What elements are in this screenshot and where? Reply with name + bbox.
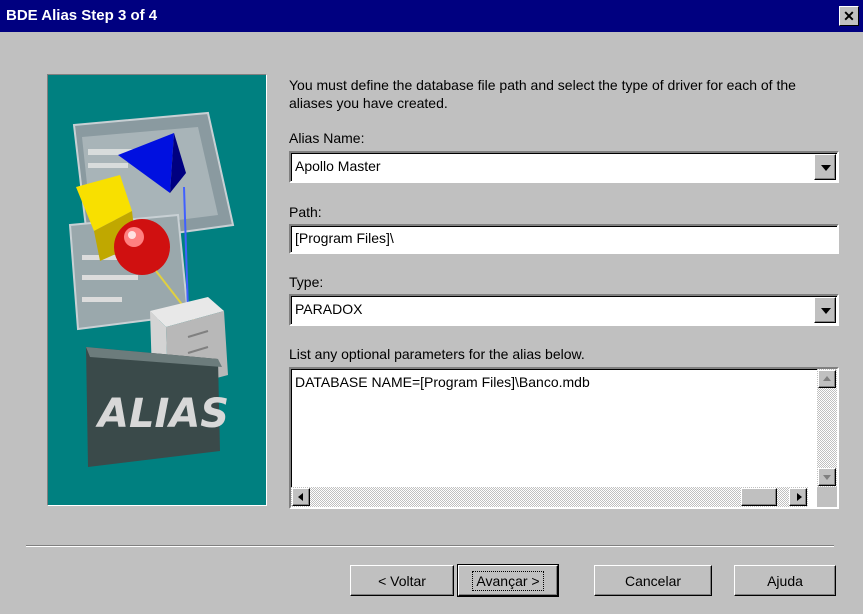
close-icon: ✕ bbox=[843, 8, 855, 24]
chevron-down-icon bbox=[821, 165, 831, 171]
alias-name-value: Apollo Master bbox=[295, 158, 381, 174]
vertical-scrollbar[interactable] bbox=[817, 369, 837, 487]
arrow-right-icon bbox=[797, 493, 802, 501]
back-button[interactable]: < Voltar bbox=[350, 565, 454, 596]
instructions-text: You must define the database file path a… bbox=[289, 77, 796, 111]
help-button[interactable]: Ajuda bbox=[734, 565, 836, 596]
path-label: Path: bbox=[289, 204, 322, 220]
arrow-left-icon bbox=[298, 493, 303, 501]
arrow-up-icon bbox=[823, 376, 831, 381]
path-input[interactable]: [Program Files]\ bbox=[289, 224, 839, 254]
type-label: Type: bbox=[289, 274, 324, 290]
horizontal-scrollbar[interactable] bbox=[291, 487, 808, 507]
alias-name-dropdown-button[interactable] bbox=[814, 154, 836, 180]
button-separator bbox=[26, 545, 834, 547]
scrollbar-corner bbox=[817, 487, 837, 507]
parameters-label: List any optional parameters for the ali… bbox=[289, 346, 585, 362]
scroll-up-button[interactable] bbox=[818, 370, 836, 388]
scroll-down-button[interactable] bbox=[818, 468, 836, 486]
close-button[interactable]: ✕ bbox=[839, 6, 859, 26]
parameters-value: DATABASE NAME=[Program Files]\Banco.mdb bbox=[295, 374, 590, 390]
scroll-left-button[interactable] bbox=[292, 488, 310, 506]
window-title: BDE Alias Step 3 of 4 bbox=[6, 7, 158, 24]
next-button-label: Avançar > bbox=[472, 570, 544, 591]
type-dropdown-button[interactable] bbox=[814, 297, 836, 323]
alias-logo-text: ALIAS bbox=[95, 391, 229, 437]
cancel-button[interactable]: Cancelar bbox=[594, 565, 712, 596]
chevron-down-icon bbox=[821, 308, 831, 314]
next-button[interactable]: Avançar > bbox=[457, 564, 559, 597]
parameters-textarea[interactable]: DATABASE NAME=[Program Files]\Banco.mdb bbox=[289, 367, 839, 509]
type-combobox[interactable]: PARADOX bbox=[289, 294, 839, 326]
scroll-right-button[interactable] bbox=[789, 488, 807, 506]
path-value: [Program Files]\ bbox=[295, 230, 394, 246]
red-sphere-graphic bbox=[114, 219, 170, 275]
title-bar: BDE Alias Step 3 of 4 ✕ bbox=[0, 0, 863, 32]
arrow-down-icon bbox=[823, 475, 831, 480]
alias-artwork: ALIAS bbox=[68, 111, 235, 467]
horizontal-scroll-thumb[interactable] bbox=[741, 488, 777, 506]
alias-name-label: Alias Name: bbox=[289, 130, 365, 146]
type-value: PARADOX bbox=[295, 301, 363, 317]
alias-illustration: ALIAS bbox=[47, 74, 267, 506]
alias-name-combobox[interactable]: Apollo Master bbox=[289, 151, 839, 183]
